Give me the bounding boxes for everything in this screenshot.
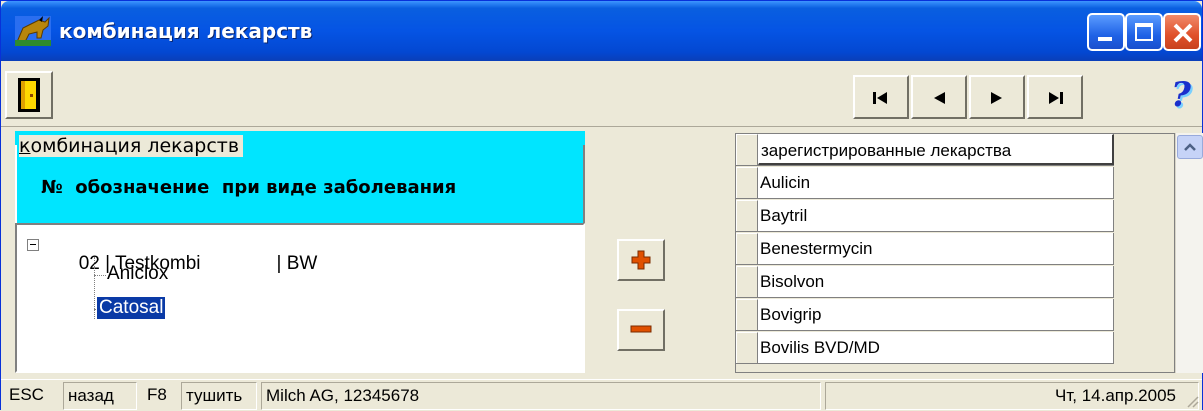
- first-record-icon: [873, 92, 887, 104]
- next-record-icon: [991, 92, 1002, 104]
- app-window: комбинация лекарств ? комбинация лекарст…: [0, 0, 1203, 411]
- row-indicator: [736, 134, 758, 165]
- status-esc-key: ESC: [9, 385, 44, 404]
- status-bar: ESC назад F8 тушить Milch AG, 12345678 Ч…: [1, 379, 1202, 411]
- table-row[interactable]: Aulicin: [736, 167, 1114, 199]
- next-record-button[interactable]: [969, 75, 1025, 119]
- last-record-button[interactable]: [1027, 75, 1083, 119]
- door-exit-icon: [18, 78, 40, 112]
- window-title: комбинация лекарств: [59, 19, 313, 43]
- row-selector[interactable]: [736, 167, 758, 198]
- status-delete-hint: тушить: [181, 382, 257, 410]
- tree-child-item-selected[interactable]: Catosal: [95, 296, 167, 320]
- row-selector[interactable]: [736, 233, 758, 264]
- header-designation: обозначение: [75, 177, 210, 198]
- grid-column-header[interactable]: зарегистрированные лекарства: [758, 134, 1114, 165]
- close-button[interactable]: [1163, 13, 1201, 51]
- help-button[interactable]: ?: [1161, 71, 1201, 119]
- table-row[interactable]: Bisolvon: [736, 266, 1114, 298]
- minimize-icon: [1098, 37, 1112, 41]
- plus-icon: [631, 250, 651, 270]
- row-selector[interactable]: [736, 200, 758, 231]
- tree-column-header: № обозначение при виде заболевания: [41, 177, 456, 198]
- previous-record-button[interactable]: [911, 75, 967, 119]
- group-label-mnemonic: к: [19, 135, 31, 157]
- maximize-button[interactable]: [1125, 13, 1163, 51]
- exit-button[interactable]: [5, 71, 53, 119]
- title-bar[interactable]: комбинация лекарств: [1, 1, 1202, 61]
- tree-child-item[interactable]: Aniclox: [107, 263, 168, 285]
- help-icon: ?: [1171, 75, 1191, 115]
- resize-grip-icon[interactable]: [1185, 394, 1199, 408]
- status-company: Milch AG, 12345678: [261, 382, 821, 410]
- table-cell[interactable]: Bovigrip: [758, 299, 1114, 330]
- toolbar: ?: [1, 61, 1202, 127]
- table-row[interactable]: Benestermycin: [736, 233, 1114, 265]
- group-label-text: омбинация лекарств: [30, 135, 240, 157]
- grid-header-row: зарегистрированные лекарства: [736, 134, 1114, 166]
- horse-app-icon: [15, 16, 51, 46]
- table-cell[interactable]: Bovilis BVD/MD: [758, 332, 1114, 363]
- table-row[interactable]: Bovilis BVD/MD: [736, 332, 1114, 364]
- minus-icon: [630, 325, 652, 333]
- minimize-button[interactable]: [1087, 13, 1125, 51]
- last-record-icon: [1049, 92, 1063, 104]
- tree-connector: [94, 275, 106, 276]
- combination-tree[interactable]: 02 | Testkombi | BW Aniclox Catosal: [15, 223, 585, 373]
- tree-root-species: BW: [286, 253, 318, 274]
- first-record-button[interactable]: [853, 75, 909, 119]
- table-cell[interactable]: Baytril: [758, 200, 1114, 231]
- maximize-icon: [1135, 23, 1153, 41]
- scroll-up-button[interactable]: [1177, 135, 1203, 159]
- table-row[interactable]: Bovigrip: [736, 299, 1114, 331]
- table-cell[interactable]: Aulicin: [758, 167, 1114, 198]
- header-no: №: [41, 177, 63, 198]
- group-label: комбинация лекарств: [19, 135, 244, 157]
- grid-scrollbar[interactable]: [1175, 133, 1203, 373]
- row-selector[interactable]: [736, 299, 758, 330]
- previous-record-icon: [934, 92, 945, 104]
- header-disease: при виде заболевания: [221, 177, 457, 198]
- row-selector[interactable]: [736, 332, 758, 363]
- registered-drugs-grid[interactable]: зарегистрированные лекарства Aulicin Bay…: [735, 133, 1175, 373]
- chevron-up-icon: [1184, 143, 1196, 151]
- remove-drug-button[interactable]: [617, 309, 665, 351]
- row-selector[interactable]: [736, 266, 758, 297]
- tree-root-item[interactable]: 02 | Testkombi | BW: [47, 231, 318, 297]
- collapse-toggle-icon[interactable]: [27, 239, 39, 251]
- status-date: Чт, 14.апр.2005: [825, 382, 1199, 410]
- status-f8-key: F8: [147, 385, 167, 404]
- add-drug-button[interactable]: [617, 239, 665, 281]
- tree-root-no: 02: [78, 253, 100, 274]
- table-row[interactable]: Baytril: [736, 200, 1114, 232]
- table-cell[interactable]: Benestermycin: [758, 233, 1114, 264]
- status-back-hint: назад: [63, 382, 137, 410]
- close-icon: [1173, 23, 1193, 43]
- table-cell[interactable]: Bisolvon: [758, 266, 1114, 297]
